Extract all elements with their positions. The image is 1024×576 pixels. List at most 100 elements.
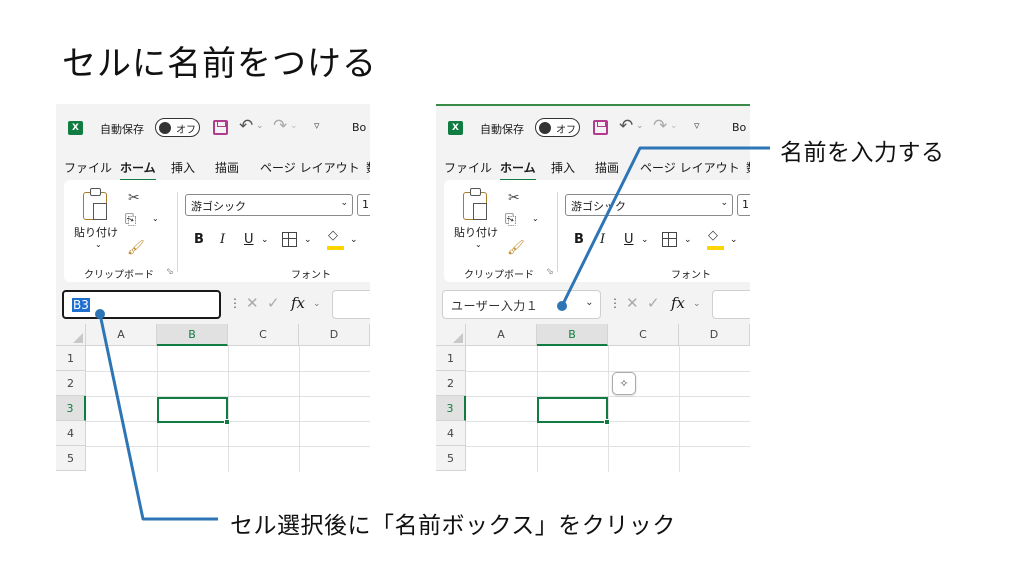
font-size-select[interactable]: 11 xyxy=(737,194,750,216)
undo-dropdown-icon[interactable]: ⌄ xyxy=(256,121,264,131)
redo-dropdown-icon[interactable]: ⌄ xyxy=(290,121,298,131)
formula-bar-grip-icon[interactable]: ⋮ xyxy=(609,296,621,310)
bold-button[interactable]: B xyxy=(574,232,584,247)
redo-icon[interactable]: ↷ xyxy=(653,116,667,136)
row-header-3[interactable]: 3 xyxy=(436,396,466,421)
row-header-1[interactable]: 1 xyxy=(436,346,466,371)
enter-icon[interactable]: ✓ xyxy=(267,294,280,312)
row-header-2[interactable]: 2 xyxy=(436,371,466,396)
worksheet-grid[interactable]: A B C D 1 2 3 4 5 xyxy=(56,324,370,472)
cut-icon[interactable]: ✂ xyxy=(128,190,140,206)
copy-icon[interactable]: ⎘ xyxy=(505,212,516,228)
format-painter-icon[interactable]: 🖌 xyxy=(127,240,145,256)
copy-icon[interactable]: ⎘ xyxy=(125,212,136,228)
borders-icon[interactable] xyxy=(282,232,297,247)
column-header-a[interactable]: A xyxy=(86,324,157,346)
function-dropdown-icon[interactable]: ⌄ xyxy=(313,299,321,309)
tab-draw[interactable]: 描画 xyxy=(595,159,619,176)
active-cell-b3[interactable] xyxy=(157,397,230,425)
copy-dropdown-icon[interactable]: ⌄ xyxy=(152,214,159,223)
clipboard-launcher-icon[interactable]: ⬂ xyxy=(546,267,554,277)
customize-toolbar-icon[interactable]: ▿ xyxy=(314,119,320,132)
underline-dropdown-icon[interactable]: ⌄ xyxy=(261,235,269,245)
row-header-1[interactable]: 1 xyxy=(56,346,86,371)
tab-home[interactable]: ホーム xyxy=(500,159,536,181)
customize-toolbar-icon[interactable]: ▿ xyxy=(694,119,700,132)
row-header-5[interactable]: 5 xyxy=(436,446,466,471)
insert-function-icon[interactable]: fx xyxy=(671,294,685,312)
name-box[interactable]: ユーザー入力１ ⌄ xyxy=(442,290,601,319)
font-name-select[interactable]: 游ゴシック ⌄ xyxy=(565,194,733,216)
paste-button-label[interactable]: 貼り付け xyxy=(74,224,118,240)
insert-function-icon[interactable]: fx xyxy=(291,294,305,312)
cut-icon[interactable]: ✂ xyxy=(508,190,520,206)
clipboard-launcher-icon[interactable]: ⬂ xyxy=(166,267,174,277)
autosave-toggle[interactable]: オフ xyxy=(535,118,580,137)
italic-button[interactable]: I xyxy=(220,232,225,247)
fill-color-icon[interactable]: ◇ xyxy=(708,228,718,243)
undo-icon[interactable]: ↶ xyxy=(239,116,253,136)
paste-dropdown-icon[interactable]: ⌄ xyxy=(475,240,482,249)
enter-icon[interactable]: ✓ xyxy=(647,294,660,312)
format-painter-icon[interactable]: 🖌 xyxy=(507,240,525,256)
select-all-corner[interactable] xyxy=(436,324,466,346)
worksheet-grid[interactable]: A B C D 1 2 3 4 5 ✧ xyxy=(436,324,750,472)
copy-dropdown-icon[interactable]: ⌄ xyxy=(532,214,539,223)
fill-dropdown-icon[interactable]: ⌄ xyxy=(350,235,358,245)
fill-dropdown-icon[interactable]: ⌄ xyxy=(730,235,738,245)
tab-home[interactable]: ホーム xyxy=(120,159,156,181)
row-header-4[interactable]: 4 xyxy=(56,421,86,446)
save-icon[interactable] xyxy=(213,120,228,135)
column-header-b[interactable]: B xyxy=(157,324,228,346)
column-header-d[interactable]: D xyxy=(299,324,370,346)
paste-icon[interactable] xyxy=(83,188,107,220)
active-cell-b3[interactable] xyxy=(537,397,610,425)
quick-analysis-icon[interactable]: ✧ xyxy=(612,372,636,395)
autosave-toggle[interactable]: オフ xyxy=(155,118,200,137)
fill-handle[interactable] xyxy=(604,419,610,425)
tab-formulas[interactable]: 数 xyxy=(746,159,750,176)
tab-insert[interactable]: 挿入 xyxy=(171,159,195,176)
tab-page-layout[interactable]: ページ レイアウト xyxy=(260,159,360,176)
borders-icon[interactable] xyxy=(662,232,677,247)
save-icon[interactable] xyxy=(593,120,608,135)
row-header-2[interactable]: 2 xyxy=(56,371,86,396)
cancel-icon[interactable]: ✕ xyxy=(246,294,259,312)
borders-dropdown-icon[interactable]: ⌄ xyxy=(684,235,692,245)
tab-insert[interactable]: 挿入 xyxy=(551,159,575,176)
paste-icon[interactable] xyxy=(463,188,487,220)
tab-draw[interactable]: 描画 xyxy=(215,159,239,176)
borders-dropdown-icon[interactable]: ⌄ xyxy=(304,235,312,245)
fill-handle[interactable] xyxy=(224,419,230,425)
column-header-b[interactable]: B xyxy=(537,324,608,346)
name-box-dropdown-icon[interactable]: ⌄ xyxy=(585,297,594,308)
redo-icon[interactable]: ↷ xyxy=(273,116,287,136)
select-all-corner[interactable] xyxy=(56,324,86,346)
paste-dropdown-icon[interactable]: ⌄ xyxy=(95,240,102,249)
tab-formulas[interactable]: 数 xyxy=(366,159,370,176)
undo-dropdown-icon[interactable]: ⌄ xyxy=(636,121,644,131)
fill-color-icon[interactable]: ◇ xyxy=(328,228,338,243)
function-dropdown-icon[interactable]: ⌄ xyxy=(693,299,701,309)
underline-dropdown-icon[interactable]: ⌄ xyxy=(641,235,649,245)
formula-input[interactable] xyxy=(712,290,750,319)
font-size-select[interactable]: 11 xyxy=(357,194,370,216)
tab-page-layout[interactable]: ページ レイアウト xyxy=(640,159,740,176)
cancel-icon[interactable]: ✕ xyxy=(626,294,639,312)
column-header-a[interactable]: A xyxy=(466,324,537,346)
underline-button[interactable]: U xyxy=(244,232,254,247)
tab-file[interactable]: ファイル xyxy=(444,159,492,176)
column-header-c[interactable]: C xyxy=(608,324,679,346)
name-box[interactable]: B3 xyxy=(62,290,221,319)
tab-file[interactable]: ファイル xyxy=(64,159,112,176)
row-header-5[interactable]: 5 xyxy=(56,446,86,471)
underline-button[interactable]: U xyxy=(624,232,634,247)
column-header-d[interactable]: D xyxy=(679,324,750,346)
formula-bar-grip-icon[interactable]: ⋮ xyxy=(229,296,241,310)
row-header-4[interactable]: 4 xyxy=(436,421,466,446)
column-header-c[interactable]: C xyxy=(228,324,299,346)
redo-dropdown-icon[interactable]: ⌄ xyxy=(670,121,678,131)
font-name-select[interactable]: 游ゴシック ⌄ xyxy=(185,194,353,216)
row-header-3[interactable]: 3 xyxy=(56,396,86,421)
formula-input[interactable] xyxy=(332,290,370,319)
